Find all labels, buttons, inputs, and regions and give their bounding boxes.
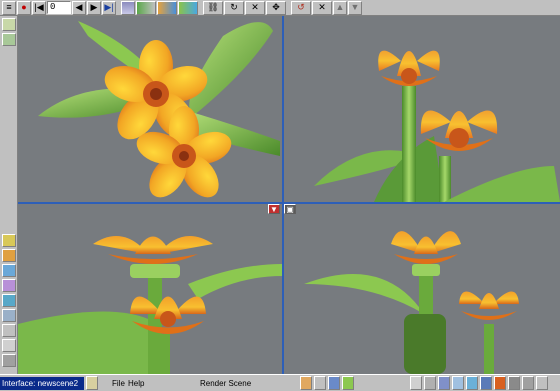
viewport-divider-vertical[interactable] [282, 16, 284, 374]
application-window: ≡ ● |◀ 0 ◀ ▶ ▶| ⛓ ↻ ✕ ✥ ↺ ✕ ▲ ▼ ▼ ▣ Inte… [0, 0, 560, 391]
water-icon[interactable] [2, 294, 16, 307]
scene-name-label: Interface: newscene2 [0, 377, 84, 390]
play-button[interactable]: ▶ [87, 0, 101, 15]
top-left-viewport[interactable] [18, 16, 282, 202]
avatar-icon[interactable] [300, 376, 312, 390]
light-icon[interactable] [2, 339, 16, 352]
file-icon[interactable] [86, 376, 98, 390]
material-icon[interactable] [2, 249, 16, 262]
up-arrow-icon[interactable]: ▲ [333, 0, 347, 15]
object-icon[interactable] [178, 0, 198, 15]
play-preview-icon[interactable] [494, 376, 506, 390]
paint-icon[interactable] [157, 0, 177, 15]
menu-icon[interactable]: ≡ [2, 0, 16, 15]
top-view-flower-render [38, 21, 280, 198]
brush-icon[interactable] [314, 376, 326, 390]
terrain-icon[interactable] [2, 309, 16, 322]
side-view-flower-render [304, 231, 519, 374]
grid-view-icon[interactable] [438, 376, 450, 390]
link-icon[interactable]: ⛓ [203, 0, 223, 15]
viewport-area: ▼ ▣ [18, 16, 560, 374]
bottom-right-viewport[interactable]: ▣ [284, 204, 560, 374]
rotate-icon[interactable]: ↻ [224, 0, 244, 15]
viewport-divider-horizontal[interactable] [18, 202, 560, 204]
fast-forward-end-button[interactable]: ▶| [102, 0, 116, 15]
shader-icon[interactable] [2, 279, 16, 292]
top-toolbar: ≡ ● |◀ 0 ◀ ▶ ▶| ⛓ ↻ ✕ ✥ ↺ ✕ ▲ ▼ [0, 0, 560, 16]
help-menu[interactable]: Help [128, 377, 144, 390]
timeline-icon[interactable] [121, 0, 135, 15]
pointer-icon[interactable] [424, 376, 436, 390]
file-menu[interactable]: File [112, 377, 125, 390]
rewind-start-button[interactable]: |◀ [32, 0, 46, 15]
camera-icon[interactable] [2, 324, 16, 337]
down-arrow-icon[interactable]: ▼ [348, 0, 362, 15]
maximize-icon[interactable] [536, 376, 548, 390]
settings-icon[interactable] [2, 354, 16, 367]
undo-icon[interactable]: ↺ [291, 0, 311, 15]
viewport-maximize-button[interactable]: ▼ [268, 204, 280, 214]
delete-icon[interactable]: ✕ [312, 0, 332, 15]
bottom-left-viewport[interactable]: ▼ [18, 204, 282, 374]
render-scene-status[interactable]: Render Scene [200, 377, 251, 390]
image-icon[interactable] [2, 234, 16, 247]
sky-icon[interactable] [2, 264, 16, 277]
bottom-toolbar: Interface: newscene2 File Help Render Sc… [0, 374, 560, 391]
frame-number-field[interactable]: 0 [47, 1, 71, 14]
library-icon[interactable] [480, 376, 492, 390]
keyframe-icon[interactable] [136, 0, 156, 15]
sky-preset-icon[interactable] [328, 376, 340, 390]
move-icon[interactable]: ✥ [266, 0, 286, 15]
plant-icon[interactable] [342, 376, 354, 390]
select-icon[interactable] [410, 376, 422, 390]
front-view-flower-render [18, 236, 282, 374]
add-object-icon[interactable] [2, 18, 16, 31]
scale-icon[interactable]: ✕ [245, 0, 265, 15]
left-toolbar [0, 16, 18, 375]
viewport-options-button[interactable]: ▣ [284, 204, 296, 214]
top-right-viewport[interactable] [284, 16, 560, 202]
render-options-icon[interactable] [466, 376, 478, 390]
record-button[interactable]: ● [17, 0, 31, 15]
step-back-button[interactable]: ◀ [72, 0, 86, 15]
layers-icon[interactable] [452, 376, 464, 390]
grid-icon[interactable] [2, 33, 16, 46]
display-icon[interactable] [508, 376, 520, 390]
zoom-icon[interactable] [522, 376, 534, 390]
perspective-flower-render [314, 50, 560, 202]
